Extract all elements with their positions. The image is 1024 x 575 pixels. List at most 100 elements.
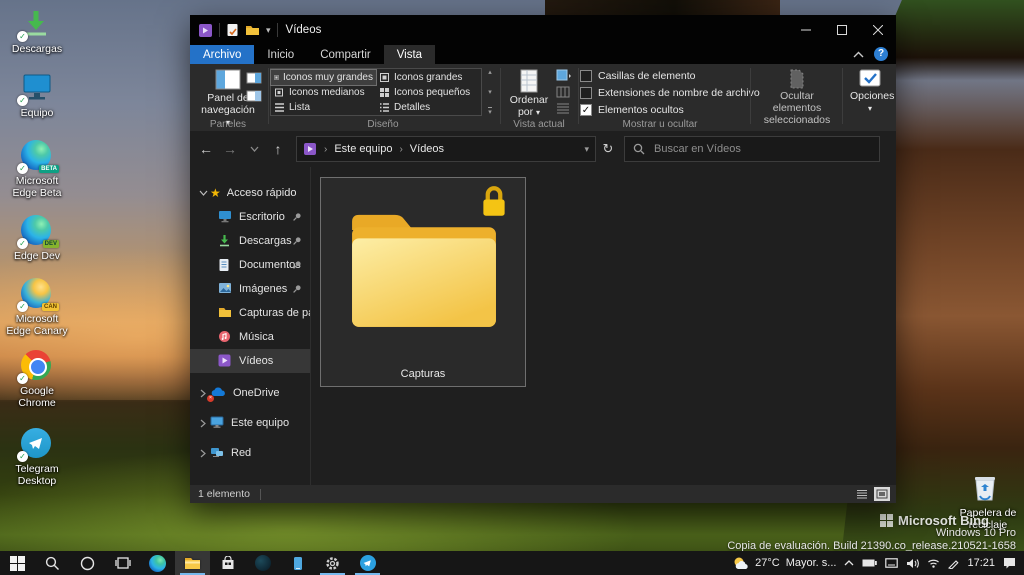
new-folder-button[interactable] (245, 24, 260, 36)
sidebar-item-capturas-de-pantalla[interactable]: Capturas de pantal (190, 301, 310, 325)
taskbar-search-button[interactable] (35, 551, 70, 575)
volume-icon[interactable] (906, 558, 919, 569)
back-button[interactable]: ← (194, 137, 218, 161)
size-columns-icon[interactable] (556, 102, 571, 114)
sort-by-button[interactable]: Ordenar por ▾ (506, 67, 552, 121)
properties-button[interactable] (226, 23, 239, 37)
add-columns-icon[interactable] (556, 86, 571, 98)
sidebar-item-este-equipo[interactable]: Este equipo (190, 411, 310, 435)
sidebar-item-escritorio[interactable]: Escritorio (190, 205, 310, 229)
view-detalles[interactable]: Detalles (376, 100, 481, 115)
help-icon[interactable]: ? (874, 47, 888, 61)
sidebar-item-descargas[interactable]: Descargas (190, 229, 310, 253)
sidebar-item-imagenes[interactable]: Imágenes (190, 277, 310, 301)
maximize-button[interactable] (824, 15, 860, 45)
chevron-down-icon (199, 190, 208, 196)
action-center-icon[interactable] (1003, 557, 1016, 569)
network-icon[interactable] (927, 558, 940, 568)
microsoft-store-icon (221, 556, 235, 570)
taskbar-app-button[interactable] (245, 551, 280, 575)
tab-vista[interactable]: Vista (384, 45, 435, 64)
sync-check-badge: ✓ (17, 451, 28, 462)
collapse-ribbon-icon[interactable] (853, 51, 864, 58)
scroll-up-icon[interactable]: ▴ (488, 68, 492, 76)
group-by-icon[interactable] (556, 69, 571, 82)
checkbox-extensiones[interactable]: Extensiones de nombre de archivo (580, 85, 760, 101)
view-iconos-muy-grandes[interactable]: Iconos muy grandes (271, 70, 376, 85)
sidebar-item-videos[interactable]: Vídeos (190, 349, 310, 373)
sync-check-badge: ✓ (17, 238, 28, 249)
sidebar-quick-access[interactable]: ★ Acceso rápido (190, 181, 310, 205)
preview-pane-icon[interactable] (246, 72, 262, 84)
tablet-mode-icon[interactable] (885, 558, 898, 568)
minimize-button[interactable] (788, 15, 824, 45)
taskbar-your-phone-button[interactable] (280, 551, 315, 575)
recycle-bin-icon (972, 472, 998, 502)
refresh-button[interactable]: ↻ (596, 136, 620, 162)
desktop-icon-edge-canary[interactable]: ✓ CAN Microsoft Edge Canary (4, 278, 70, 337)
tab-archivo[interactable]: Archivo (190, 45, 254, 64)
up-button[interactable]: ↑ (266, 137, 290, 161)
recent-locations-button[interactable] (242, 137, 266, 161)
pen-icon[interactable] (948, 558, 959, 569)
ribbon-separator (578, 68, 579, 124)
more-views-icon[interactable]: ▾ (488, 107, 492, 116)
folder-content-area[interactable]: Capturas (311, 167, 896, 485)
sort-by-icon (519, 69, 539, 93)
hidden-icons-button[interactable] (844, 560, 854, 566)
dropdown-caret-icon: ▾ (868, 104, 872, 113)
forward-button[interactable]: → (218, 137, 242, 161)
title-bar[interactable]: ▾ Vídeos (190, 15, 896, 45)
taskbar-edge-button[interactable] (140, 551, 175, 575)
folder-item-capturas[interactable]: Capturas (320, 177, 526, 387)
tab-compartir[interactable]: Compartir (307, 45, 383, 64)
weather-widget[interactable]: 27°C Mayor. s... (733, 556, 836, 570)
search-box[interactable] (624, 136, 880, 162)
battery-icon[interactable] (862, 559, 877, 567)
task-view-button[interactable] (105, 551, 140, 575)
search-input[interactable] (652, 142, 871, 156)
start-button[interactable] (0, 551, 35, 575)
hide-selected-items-button[interactable]: Ocultar elementos seleccionados (756, 67, 838, 128)
desktop-icon-chrome[interactable]: ✓ Google Chrome (4, 350, 70, 409)
sidebar-item-red[interactable]: Red (190, 441, 310, 465)
sidebar-item-onedrive[interactable]: × OneDrive (190, 381, 310, 405)
desktop-icon-descargas[interactable]: ✓ Descargas (4, 8, 70, 55)
options-button[interactable]: Opciones ▾ (848, 67, 892, 117)
breadcrumb-este-equipo[interactable]: Este equipo (334, 143, 392, 155)
customize-toolbar-caret[interactable]: ▾ (266, 25, 271, 36)
view-lista[interactable]: Lista (271, 100, 376, 115)
desktop-icon-equipo[interactable]: ✓ Equipo (4, 72, 70, 119)
thumbnails-view-toggle[interactable] (874, 487, 890, 501)
address-bar[interactable]: › Este equipo › Vídeos ▾ (296, 136, 596, 162)
address-dropdown-icon[interactable]: ▾ (584, 144, 589, 155)
desktop-icon-telegram[interactable]: ✓ Telegram Desktop (4, 428, 70, 487)
breadcrumb-videos[interactable]: Vídeos (410, 143, 444, 155)
taskbar-settings-button[interactable] (315, 551, 350, 575)
details-view-toggle[interactable] (854, 487, 870, 501)
sidebar-item-musica[interactable]: Música (190, 325, 310, 349)
taskbar-telegram-button[interactable] (350, 551, 385, 575)
desktop-icon-edge-beta[interactable]: ✓ BETA Microsoft Edge Beta (4, 140, 70, 199)
desktop-icon-edge-dev[interactable]: ✓ DEV Edge Dev (4, 215, 70, 262)
cortana-button[interactable] (70, 551, 105, 575)
view-iconos-medianos[interactable]: Iconos medianos (271, 85, 376, 100)
folder-name: Capturas (321, 368, 525, 380)
view-iconos-grandes[interactable]: Iconos grandes (376, 70, 481, 85)
clock[interactable]: 17:21 (967, 557, 995, 569)
desktop-icon (218, 210, 232, 223)
ribbon-separator (268, 68, 269, 124)
close-button[interactable] (860, 15, 896, 45)
details-pane-icon[interactable] (246, 90, 262, 102)
sidebar-item-documentos[interactable]: Documentos (190, 253, 310, 277)
ribbon: Panel de navegación ▾ Paneles Iconos muy… (190, 64, 896, 131)
tab-inicio[interactable]: Inicio (254, 45, 307, 64)
view-iconos-pequenos[interactable]: Iconos pequeños (376, 85, 481, 100)
checkbox-casillas[interactable]: Casillas de elemento (580, 68, 760, 84)
search-icon (45, 556, 60, 571)
medium-icons-icon (274, 87, 285, 98)
taskbar-file-explorer-button[interactable] (175, 551, 210, 575)
checkbox-elementos-ocultos[interactable]: ✓ Elementos ocultos (580, 102, 760, 118)
taskbar-store-button[interactable] (210, 551, 245, 575)
scroll-down-icon[interactable]: ▾ (488, 88, 492, 96)
